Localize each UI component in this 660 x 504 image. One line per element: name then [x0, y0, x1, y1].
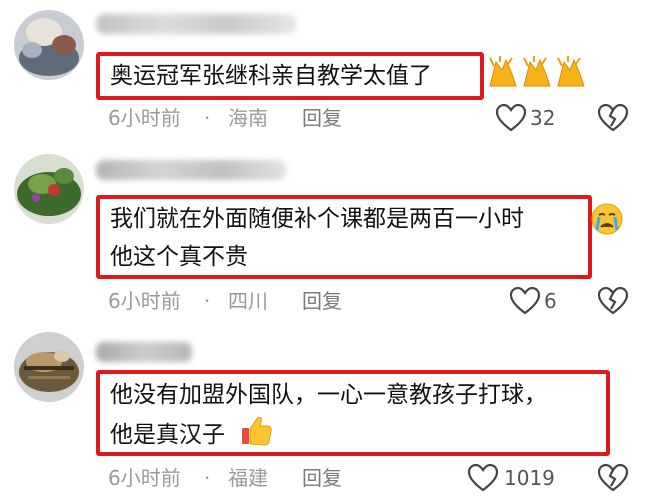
- comment-text-box: 他没有加盟外国队，一心一意教孩子打球， 他是真汉子: [96, 370, 610, 456]
- comment-text: 我们就在外面随便补个课都是两百一小时: [110, 206, 524, 232]
- avatar[interactable]: [14, 332, 84, 402]
- comment-location: 海南: [228, 106, 268, 130]
- broken-heart-icon[interactable]: [597, 463, 629, 496]
- comment-meta: 6小时前 · 福建 回复: [108, 463, 528, 493]
- heart-icon[interactable]: [467, 463, 499, 496]
- avatar[interactable]: [14, 10, 84, 80]
- comment-meta: 6小时前 · 四川 回复: [108, 286, 528, 316]
- comment-item: 他没有加盟外国队，一心一意教孩子打球， 他是真汉子 6小时前 · 福建 回复 1…: [0, 330, 660, 504]
- comment-item: 我们就在外面随便补个课都是两百一小时 他这个真不贵 6小时前 · 四川 回复 6: [0, 150, 660, 330]
- comment-text-box: 我们就在外面随便补个课都是两百一小时 他这个真不贵: [96, 195, 592, 279]
- comment-time: 6小时前: [108, 466, 181, 490]
- comment-location: 四川: [228, 289, 268, 313]
- comment-meta: 6小时前 · 海南 回复: [108, 103, 528, 133]
- comment-text: 奥运冠军张继科亲自教学太值了: [110, 63, 432, 89]
- heart-icon[interactable]: [495, 103, 527, 136]
- username-blurred[interactable]: [96, 14, 296, 34]
- reply-button[interactable]: 回复: [302, 286, 342, 316]
- heart-icon[interactable]: [509, 286, 541, 319]
- like-count: 6: [544, 289, 557, 313]
- broken-heart-icon[interactable]: [597, 286, 629, 319]
- clap-hands-emoji: [486, 56, 586, 94]
- like-count: 1019: [504, 466, 555, 490]
- comment-item: 奥运冠军张继科亲自教学太值了 6小时前 · 海南 回复 32: [0, 0, 660, 150]
- meta-dot: ·: [204, 466, 211, 490]
- avatar[interactable]: [14, 154, 84, 224]
- reply-button[interactable]: 回复: [302, 103, 342, 133]
- crying-face-emoji: [590, 202, 624, 240]
- comment-text: 他没有加盟外国队，一心一意教孩子打球，: [110, 382, 547, 408]
- comment-text: 他是真汉子: [110, 422, 225, 448]
- meta-dot: ·: [204, 289, 211, 313]
- username-blurred[interactable]: [96, 160, 286, 180]
- reply-button[interactable]: 回复: [302, 463, 342, 493]
- username-blurred[interactable]: [96, 342, 192, 362]
- comment-text: 他这个真不贵: [110, 244, 248, 270]
- comment-time: 6小时前: [108, 106, 181, 130]
- comment-location: 福建: [228, 466, 268, 490]
- meta-dot: ·: [204, 106, 211, 130]
- comment-text-box: 奥运冠军张继科亲自教学太值了: [96, 52, 484, 100]
- broken-heart-icon[interactable]: [597, 103, 629, 136]
- comment-time: 6小时前: [108, 289, 181, 313]
- thumbs-up-emoji: [240, 414, 274, 452]
- like-count: 32: [530, 106, 556, 130]
